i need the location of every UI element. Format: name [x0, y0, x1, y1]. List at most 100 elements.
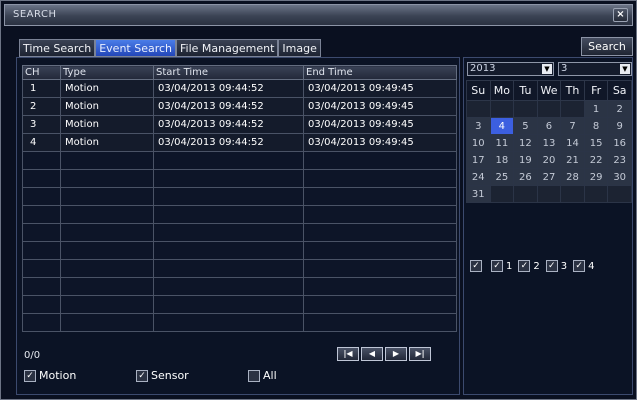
- chevron-down-icon: ▼: [620, 64, 630, 74]
- next-page-button[interactable]: ▶: [385, 347, 407, 361]
- tab-file-management[interactable]: File Management: [176, 39, 279, 57]
- calendar-panel: 2013 ▼ 3 ▼ Su Mo Tu We Th Fr Sa 1 2 3 4 …: [463, 57, 633, 395]
- calendar-day[interactable]: 22: [583, 151, 609, 169]
- checkbox-icon[interactable]: ✓: [491, 260, 503, 272]
- calendar-day[interactable]: 15: [583, 134, 609, 152]
- cell-ch: 3: [22, 115, 61, 134]
- tab-image[interactable]: Image: [278, 39, 321, 57]
- cell-ch: 1: [22, 79, 61, 98]
- weekday-header: Tu: [513, 80, 538, 101]
- calendar-day[interactable]: 12: [513, 134, 538, 152]
- cell-type: Motion: [60, 133, 154, 152]
- calendar-day[interactable]: 30: [607, 168, 632, 186]
- close-button[interactable]: ×: [613, 8, 628, 22]
- table-row[interactable]: 2 Motion 03/04/2013 09:44:52 03/04/2013 …: [22, 97, 457, 116]
- calendar-day[interactable]: 14: [560, 134, 585, 152]
- checkbox-icon[interactable]: ✓: [470, 260, 482, 272]
- checkbox-icon[interactable]: ✓: [545, 260, 558, 272]
- tab-event-search[interactable]: Event Search: [95, 39, 177, 57]
- table-row[interactable]: 1 Motion 03/04/2013 09:44:52 03/04/2013 …: [22, 79, 457, 98]
- calendar-day[interactable]: 1: [583, 100, 609, 118]
- column-header-type: Type: [60, 65, 154, 80]
- table-row[interactable]: 4 Motion 03/04/2013 09:44:52 03/04/2013 …: [22, 133, 457, 152]
- prev-page-button[interactable]: ◀: [361, 347, 383, 361]
- calendar-day[interactable]: 24: [466, 168, 491, 186]
- search-button[interactable]: Search: [581, 37, 633, 56]
- calendar-day[interactable]: 20: [536, 151, 562, 169]
- pager: |◀ ◀ ▶ ▶|: [337, 347, 431, 361]
- calendar-day[interactable]: 17: [466, 151, 491, 169]
- last-page-button[interactable]: ▶|: [409, 347, 431, 361]
- channel-checkboxes: ✓ ✓ 1 ✓ 2 ✓ 3 ✓ 4: [470, 260, 595, 272]
- calendar-day-selected[interactable]: 4: [489, 117, 515, 135]
- motion-checkbox[interactable]: ✓: [24, 369, 36, 382]
- calendar-day[interactable]: 29: [583, 168, 609, 186]
- calendar-day[interactable]: 21: [560, 151, 585, 169]
- calendar-empty-cell: [536, 100, 562, 118]
- calendar-day[interactable]: 16: [607, 134, 632, 152]
- calendar-day[interactable]: 25: [489, 168, 515, 186]
- tab-time-search[interactable]: Time Search: [19, 39, 96, 57]
- cell-end-time: 03/04/2013 09:49:45: [303, 115, 457, 134]
- calendar-day[interactable]: 2: [607, 100, 632, 118]
- empty-row: [22, 259, 457, 278]
- calendar-day[interactable]: 9: [607, 117, 632, 135]
- table-header: CH Type Start Time End Time: [22, 65, 457, 80]
- calendar-empty-cell: [560, 185, 585, 203]
- calendar-empty-cell: [466, 100, 491, 118]
- calendar-day[interactable]: 13: [536, 134, 562, 152]
- calendar-day[interactable]: 8: [583, 117, 609, 135]
- all-filter[interactable]: All: [248, 369, 277, 382]
- weekday-header: Th: [560, 80, 585, 101]
- empty-row: [22, 169, 457, 188]
- calendar-day[interactable]: 7: [560, 117, 585, 135]
- calendar-day[interactable]: 23: [607, 151, 632, 169]
- calendar-day[interactable]: 10: [466, 134, 491, 152]
- year-select[interactable]: 2013 ▼: [467, 62, 554, 76]
- month-select[interactable]: 3 ▼: [558, 62, 632, 76]
- all-checkbox[interactable]: [248, 369, 260, 382]
- channel-1-checkbox[interactable]: ✓ 1: [491, 260, 512, 272]
- calendar-day[interactable]: 5: [513, 117, 538, 135]
- table-row[interactable]: 3 Motion 03/04/2013 09:44:52 03/04/2013 …: [22, 115, 457, 134]
- calendar-day[interactable]: 26: [513, 168, 538, 186]
- calendar-empty-cell: [513, 185, 538, 203]
- channel-3-checkbox[interactable]: ✓ 3: [545, 260, 567, 272]
- checkbox-icon[interactable]: ✓: [518, 260, 531, 272]
- year-value: 2013: [470, 63, 496, 74]
- first-page-button[interactable]: |◀: [337, 347, 359, 361]
- calendar-day[interactable]: 18: [489, 151, 515, 169]
- event-list-panel: CH Type Start Time End Time 1 Motion 03/…: [16, 57, 460, 395]
- empty-row: [22, 241, 457, 260]
- sensor-checkbox[interactable]: ✓: [136, 369, 148, 382]
- motion-filter[interactable]: ✓ Motion: [24, 369, 136, 382]
- calendar-day[interactable]: 27: [536, 168, 562, 186]
- cell-start-time: 03/04/2013 09:44:52: [153, 115, 304, 134]
- weekday-header: Mo: [489, 80, 515, 101]
- cell-type: Motion: [60, 97, 154, 116]
- cell-ch: 2: [22, 97, 61, 116]
- calendar-day[interactable]: 28: [560, 168, 585, 186]
- channel-2-checkbox[interactable]: ✓ 2: [518, 260, 540, 272]
- channel-label: 1: [506, 260, 513, 272]
- month-value: 3: [561, 63, 568, 74]
- weekday-header: Su: [466, 80, 491, 101]
- empty-row: [22, 205, 457, 224]
- calendar-day[interactable]: 19: [513, 151, 538, 169]
- cell-end-time: 03/04/2013 09:49:45: [303, 79, 457, 98]
- calendar-day[interactable]: 31: [466, 185, 491, 203]
- calendar-day[interactable]: 6: [536, 117, 562, 135]
- sensor-filter[interactable]: ✓ Sensor: [136, 369, 248, 382]
- title-bar: SEARCH ×: [4, 4, 633, 26]
- column-header-ch: CH: [22, 65, 61, 80]
- calendar-empty-cell: [560, 100, 585, 118]
- search-window: SEARCH × Time Search Event Search File M…: [0, 0, 637, 400]
- weekday-header: We: [536, 80, 562, 101]
- channel-all-checkbox[interactable]: ✓: [470, 260, 485, 272]
- checkbox-icon[interactable]: ✓: [573, 260, 586, 272]
- empty-row: [22, 295, 457, 314]
- calendar-day[interactable]: 11: [489, 134, 515, 152]
- motion-label: Motion: [39, 369, 77, 382]
- calendar-day[interactable]: 3: [466, 117, 491, 135]
- channel-4-checkbox[interactable]: ✓ 4: [573, 260, 595, 272]
